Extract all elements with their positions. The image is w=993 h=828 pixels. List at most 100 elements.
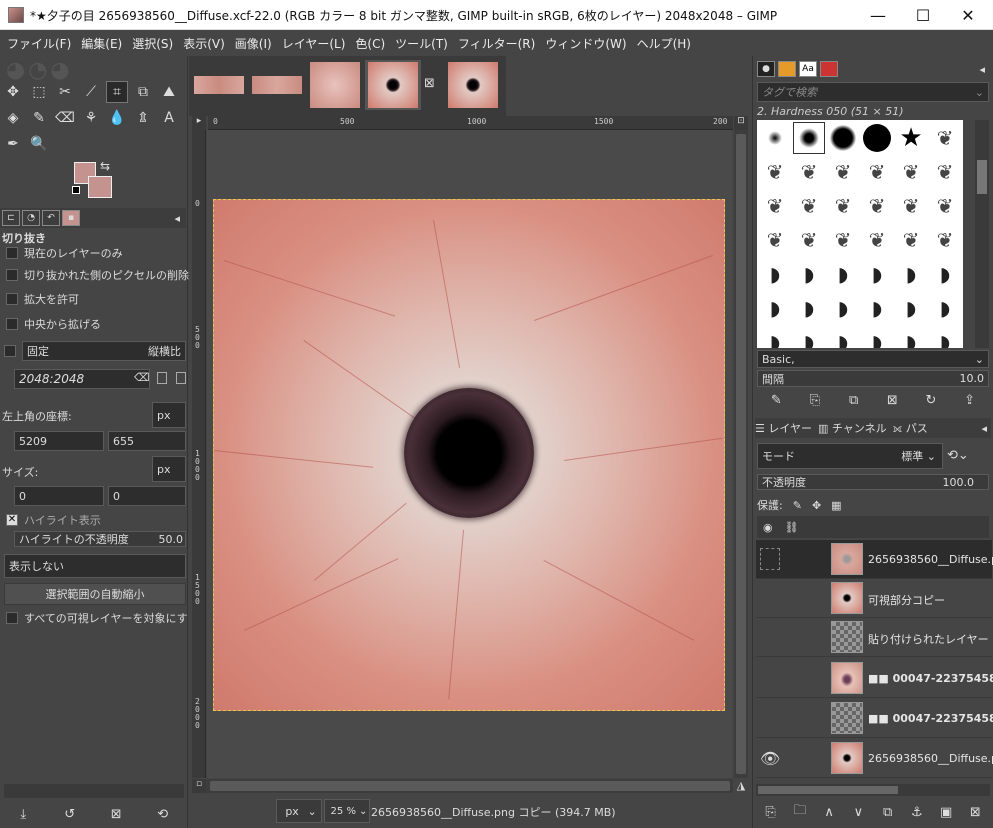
all-visible-layers-option[interactable]: すべての可視レイヤーを対象にす	[0, 607, 188, 629]
position-unit-select[interactable]: px	[152, 402, 186, 428]
menu-view[interactable]: 表示(V)	[178, 35, 230, 52]
ratio-input[interactable]: 2048:2048	[14, 369, 150, 389]
spacing-slider[interactable]: 間隔 10.0	[757, 370, 989, 387]
new-layer-icon[interactable]: ⎘	[761, 802, 781, 822]
menu-windows[interactable]: ウィンドウ(W)	[540, 35, 631, 52]
brush-butterfly-icon[interactable]: ❦	[861, 156, 893, 188]
portrait-icon[interactable]	[157, 372, 167, 384]
brush-hair-icon[interactable]: ◗	[895, 258, 927, 290]
patterns-tab-icon[interactable]	[778, 61, 796, 77]
landscape-icon[interactable]	[176, 372, 186, 384]
quick-mask-corner-icon[interactable]: ▸	[192, 116, 206, 130]
checkbox[interactable]	[6, 247, 18, 259]
brush-butterfly-icon[interactable]: ❦	[827, 190, 859, 222]
brush-hair-icon[interactable]: ◗	[759, 292, 791, 324]
lock-pixels-icon[interactable]: ✎	[793, 499, 802, 512]
image-tab-4-active[interactable]	[365, 60, 421, 110]
new-layer-group-icon[interactable]: 🗀	[790, 802, 810, 822]
brush-butterfly-icon[interactable]: ❦	[929, 190, 961, 222]
option-current-layer-only[interactable]: 現在のレイヤーのみ	[0, 242, 123, 264]
lock-position-icon[interactable]: ✥	[812, 499, 821, 512]
brush-butterfly-icon[interactable]: ❦	[793, 224, 825, 256]
maximize-button[interactable]: ☐	[900, 0, 946, 30]
layers-scrollbar[interactable]	[756, 784, 990, 796]
brush-butterfly-icon[interactable]: ❦	[895, 190, 927, 222]
device-status-tab-icon[interactable]: ◔	[22, 210, 40, 226]
transform-tool-icon[interactable]: ⧉	[132, 81, 154, 103]
checkbox[interactable]	[6, 318, 18, 330]
close-button[interactable]: ✕	[945, 0, 991, 30]
raise-layer-icon[interactable]: ∧	[819, 802, 839, 822]
refresh-brushes-icon[interactable]: ↻	[921, 390, 941, 410]
menu-layer[interactable]: レイヤー(L)	[277, 35, 351, 52]
brush-butterfly-icon[interactable]: ❦	[793, 156, 825, 188]
position-y-input[interactable]: 655	[108, 431, 186, 451]
menu-file[interactable]: ファイル(F)	[2, 35, 76, 52]
brush-butterfly-icon[interactable]: ❦	[827, 224, 859, 256]
menu-help[interactable]: ヘルプ(H)	[632, 35, 696, 52]
brush-hair-icon[interactable]: ◗	[929, 292, 961, 324]
delete-layer-icon[interactable]: ⊠	[965, 802, 985, 822]
brush-hardness-050-icon[interactable]	[793, 122, 825, 154]
size-height-input[interactable]: 0	[108, 486, 186, 506]
default-colors-icon[interactable]	[72, 186, 80, 194]
brush-hair-icon[interactable]: ◗	[861, 292, 893, 324]
scissors-tool-icon[interactable]: ✂	[54, 81, 76, 103]
unit-select[interactable]: px ⌄	[276, 799, 322, 823]
duplicate-brush-icon[interactable]: ⧉	[844, 390, 864, 410]
brush-butterfly-icon[interactable]: ❦	[929, 224, 961, 256]
color-picker-tool-icon[interactable]: ✒	[2, 133, 24, 155]
tab-layers[interactable]: ☰ レイヤー	[755, 420, 812, 436]
duplicate-layer-icon[interactable]: ⧉	[878, 802, 898, 822]
brush-hardness-075-icon[interactable]	[827, 122, 859, 154]
navigate-arrow-icon[interactable]: ◮	[734, 779, 748, 793]
brush-grid-scrollbar[interactable]	[975, 120, 989, 348]
checkbox[interactable]	[6, 269, 18, 281]
brush-hair-icon[interactable]: ◗	[793, 258, 825, 290]
brush-hair-icon[interactable]: ◗	[827, 326, 859, 348]
brush-tag-filter[interactable]: タグで検索 ⌄	[757, 82, 989, 102]
image-tab-1[interactable]	[191, 60, 247, 110]
swap-colors-icon[interactable]: ⇆	[100, 159, 110, 173]
navigate-icon[interactable]: ▫	[192, 779, 206, 793]
brush-butterfly-icon[interactable]: ❦	[929, 122, 961, 154]
auto-shrink-button[interactable]: 選択範囲の自動縮小	[4, 583, 186, 605]
new-brush-icon[interactable]: ⎘	[805, 390, 825, 410]
layer-row[interactable]: ■■ 00047-223754586	[756, 659, 993, 698]
scroll-thumb[interactable]	[758, 786, 898, 794]
reset-options-icon[interactable]: ⟲	[153, 804, 173, 824]
checkbox[interactable]	[6, 612, 18, 624]
brush-hair-icon[interactable]: ◗	[759, 326, 791, 348]
highlight-checkbox[interactable]: ✕	[6, 514, 18, 526]
crop-tool-icon[interactable]: ⌗	[106, 81, 128, 103]
layer-row-selected[interactable]: 2656938560__Diffuse.pr	[756, 540, 993, 579]
tab-paths[interactable]: ⟗ パス	[893, 420, 928, 436]
image-tab-3[interactable]	[307, 60, 363, 110]
scroll-thumb[interactable]	[977, 160, 987, 194]
horizontal-scrollbar[interactable]	[206, 779, 733, 793]
layer-row[interactable]: 👁 2656938560__Diffuse.pr	[756, 739, 993, 778]
open-brush-icon[interactable]: ⇪	[960, 390, 980, 410]
zoom-tool-icon[interactable]: 🔍	[28, 133, 50, 155]
bucket-fill-tool-icon[interactable]: ◈	[2, 107, 24, 129]
delete-options-icon[interactable]: ⊠	[106, 804, 126, 824]
move-tool-icon[interactable]: ✥	[2, 81, 24, 103]
option-expand-center[interactable]: 中央から拡げる	[0, 313, 101, 335]
checkbox[interactable]	[6, 293, 18, 305]
layer-mode-select[interactable]: モード 標準 ⌄	[757, 443, 943, 469]
layer-row[interactable]: 可視部分コピー	[756, 579, 992, 618]
brush-hair-icon[interactable]: ◗	[895, 292, 927, 324]
layer-mask-icon[interactable]: ▣	[936, 802, 956, 822]
brush-butterfly-icon[interactable]: ❦	[793, 190, 825, 222]
brush-hair-icon[interactable]: ◗	[793, 292, 825, 324]
toolbox-scrollbar[interactable]	[4, 784, 184, 798]
warp-tool-icon[interactable]: ⛰	[158, 81, 180, 103]
anchor-layer-icon[interactable]: ⚓	[907, 802, 927, 822]
brush-butterfly-icon[interactable]: ❦	[759, 156, 791, 188]
brush-butterfly-icon[interactable]: ❦	[861, 224, 893, 256]
brush-preset-select[interactable]: Basic, ⌄	[757, 350, 989, 368]
text-tool-icon[interactable]: A	[158, 107, 180, 129]
lower-layer-icon[interactable]: ∨	[848, 802, 868, 822]
brush-butterfly-icon[interactable]: ❦	[759, 224, 791, 256]
edit-brush-icon[interactable]: ✎	[766, 390, 786, 410]
